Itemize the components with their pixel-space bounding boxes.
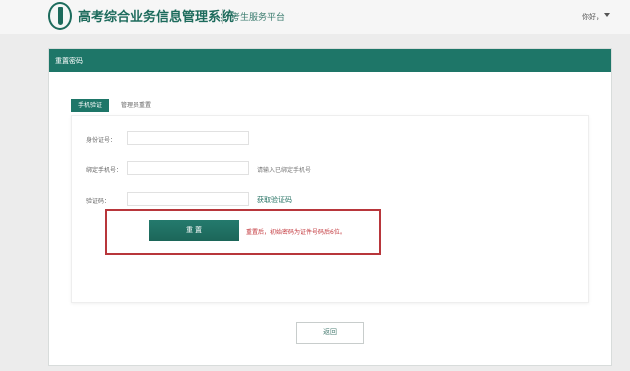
chevron-down-icon[interactable]	[604, 13, 610, 17]
user-greeting[interactable]: 你好，	[582, 12, 603, 22]
title-divider	[222, 9, 223, 24]
code-label: 验证码：	[86, 198, 111, 205]
tab-phone-verify[interactable]: 手机验证	[71, 99, 109, 112]
logo-emblem-icon	[48, 2, 72, 30]
phone-hint: 请输入已绑定手机号	[257, 167, 312, 174]
get-code-link[interactable]: 获取验证码	[257, 195, 292, 205]
phone-label: 绑定手机号：	[86, 167, 123, 174]
reset-button[interactable]: 重 置	[149, 220, 239, 241]
phone-input[interactable]	[127, 161, 249, 175]
system-title: 高考综合业务信息管理系统	[78, 10, 235, 25]
top-header: 高考综合业务信息管理系统 考生服务平台 你好，	[0, 0, 630, 34]
id-number-input[interactable]	[127, 131, 249, 145]
reset-notice: 重置后，初始密码为证件号码后6位。	[246, 229, 346, 236]
back-button[interactable]: 返回	[296, 322, 364, 344]
id-number-label: 身份证号：	[86, 137, 117, 144]
code-input[interactable]	[127, 192, 249, 206]
panel-header: 重置密码	[49, 49, 611, 72]
panel-title: 重置密码	[55, 57, 83, 65]
reset-password-panel: 重置密码 手机验证 管理员重置 身份证号： 绑定手机号： 请输入已绑定手机号 验…	[48, 48, 612, 366]
tab-admin-reset[interactable]: 管理员重置	[111, 99, 161, 112]
platform-name: 考生服务平台	[231, 13, 286, 23]
